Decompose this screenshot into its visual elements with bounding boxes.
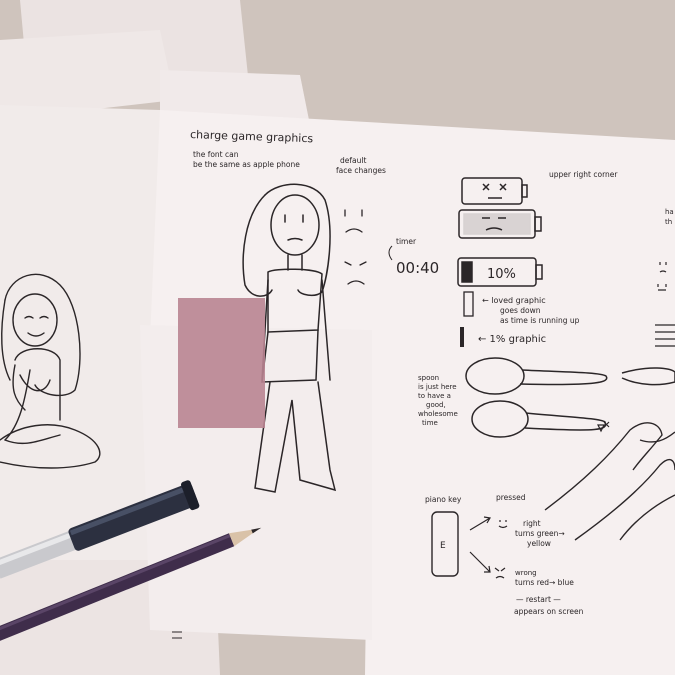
timer-value: 00:40 (396, 259, 439, 277)
right-note-line-1: right (523, 519, 541, 528)
restart-note-line-1: — restart — (516, 595, 561, 604)
battery-percent: 10% (487, 267, 516, 282)
piano-label: piano key (425, 495, 462, 504)
graphic-note-line-2: goes down (500, 306, 541, 315)
one-percent-note: ← 1% graphic (478, 334, 546, 345)
font-note-line-1: the font can (193, 150, 239, 159)
spoon-note-line-5: wholesome (418, 410, 458, 418)
pressed-label: pressed (496, 493, 526, 502)
spoon-note-line-4: good, (426, 401, 446, 409)
graphic-note-line-1: ← loved graphic (482, 296, 546, 305)
photo-scene: charge game graphics the font can be the… (0, 0, 675, 675)
sticky-note (178, 298, 265, 428)
edge-mark-1: ha (665, 208, 674, 216)
corner-note: upper right corner (549, 170, 618, 179)
font-note-line-2: be the same as apple phone (193, 160, 300, 169)
right-note-line-2: turns green→ (515, 529, 565, 538)
spoon-note-line-3: to have a (418, 392, 451, 400)
one-percent-bar (460, 327, 464, 347)
wrong-note-line-1: wrong (515, 569, 537, 577)
face-note-line-1: default (340, 156, 366, 165)
spoon-note-line-2: is just here (418, 383, 457, 391)
spoon-note-line-1: spoon (418, 374, 439, 382)
edge-mark-2: th (665, 218, 672, 226)
piano-key-letter: E (440, 541, 446, 551)
spoon-note-line-6: time (422, 419, 438, 427)
timer-label: timer (396, 237, 417, 246)
face-note-line-2: face changes (336, 166, 386, 175)
restart-note-line-2: appears on screen (514, 607, 584, 616)
wrong-note-line-2: turns red→ blue (515, 578, 574, 587)
graphic-note-line-3: as time is running up (500, 316, 580, 325)
right-note-line-3: yellow (527, 539, 551, 548)
